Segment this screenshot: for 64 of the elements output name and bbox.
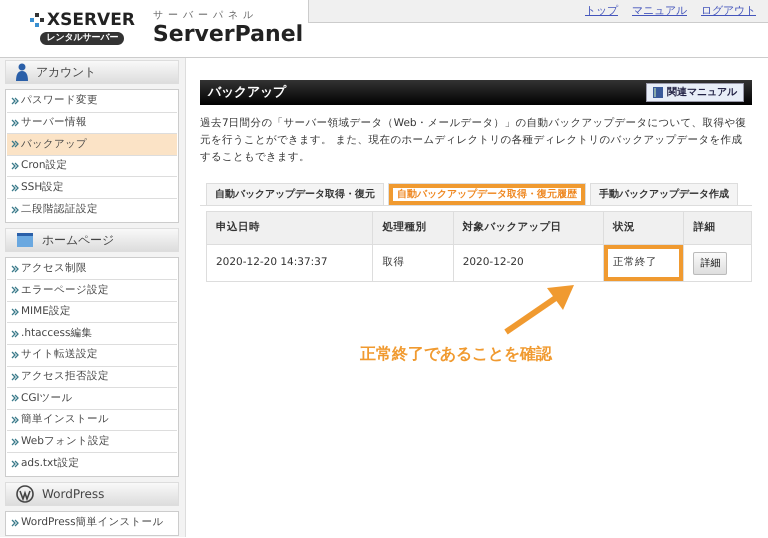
chevron-icon — [11, 97, 20, 106]
page-title: バックアップ — [208, 84, 286, 102]
nav-link[interactable]: トップ — [585, 3, 618, 22]
chevron-icon — [11, 372, 20, 381]
table-cell: 2020-12-20 — [453, 244, 604, 282]
chevron-icon — [11, 394, 20, 402]
logo-icon — [30, 13, 44, 27]
column-header: 処理種別 — [372, 212, 454, 244]
chevron-icon — [11, 286, 20, 294]
description-text: 過去7日間分の「サーバー領域データ（Web・メールデータ）」の自動バックアップデータについて、取得や復元を行うことができます。 また、現在のホームディレクトリの各種ディレクトリのバックアップデータを作成することもできます。 — [200, 116, 748, 165]
menu-item[interactable]: バックアップ — [7, 134, 177, 156]
nav-link[interactable]: マニュアル — [632, 3, 687, 22]
chevron-icon — [11, 438, 20, 446]
chevron-icon — [11, 351, 20, 360]
person-icon — [16, 63, 28, 81]
menu-item[interactable]: 二段階認証設定 — [7, 198, 177, 221]
menu-item[interactable]: パスワード変更 — [7, 91, 177, 113]
chevron-icon — [11, 264, 20, 273]
menu-item[interactable]: エラーページ設定 — [7, 280, 177, 302]
chevron-icon — [11, 140, 20, 148]
tab[interactable]: 手動バックアップデータ作成 — [590, 183, 738, 205]
chevron-icon — [11, 308, 20, 316]
tab[interactable]: 自動バックアップデータ取得・復元 — [206, 183, 384, 205]
chevron-icon — [11, 330, 20, 338]
window-icon — [16, 232, 34, 248]
product-kana: サーバーパネル — [152, 10, 259, 22]
callout-text: 正常終了であることを確認 — [360, 343, 552, 365]
manual-button[interactable]: 関連マニュアル — [646, 83, 744, 102]
brand-name: XSERVER — [47, 10, 135, 30]
menu-item[interactable]: サイト転送設定 — [7, 344, 177, 367]
chevron-icon — [11, 118, 20, 127]
chevron-icon — [11, 206, 20, 214]
menu-item[interactable]: Webフォント設定 — [7, 431, 177, 453]
menu-item[interactable]: 簡単インストール — [7, 410, 177, 432]
menu-item[interactable]: Cron設定 — [7, 156, 177, 178]
menu-item[interactable]: .htaccess編集 — [7, 323, 177, 345]
chevron-icon — [11, 460, 20, 468]
menu-item[interactable]: アクセス制限 — [7, 258, 177, 280]
table-cell: 正常終了 — [604, 244, 684, 282]
column-header: 申込日時 — [206, 212, 373, 244]
menu-item[interactable]: MIME設定 — [7, 302, 177, 324]
nav-link[interactable]: ログアウト — [701, 3, 756, 22]
brand-badge: レンタルサーバー — [40, 32, 124, 45]
detail-button[interactable]: 詳細 — [693, 252, 728, 274]
section-title: ホームページ — [42, 232, 114, 249]
menu-item[interactable]: CGIツール — [7, 388, 177, 410]
menu-item[interactable]: SSH設定 — [7, 177, 177, 199]
chevron-icon — [11, 519, 20, 528]
section-title: WordPress — [42, 486, 104, 502]
chevron-icon — [11, 162, 20, 170]
book-icon — [653, 87, 663, 98]
column-header: 対象バックアップ日 — [453, 212, 604, 244]
menu-item[interactable]: WordPress簡単インストール — [7, 512, 177, 534]
chevron-icon — [11, 184, 20, 192]
section-title: アカウント — [36, 64, 96, 81]
column-header: 状況 — [604, 212, 684, 244]
table-cell: 取得 — [372, 244, 454, 282]
table-cell: 2020-12-20 14:37:37 — [206, 244, 373, 282]
menu-item[interactable]: アクセス拒否設定 — [7, 366, 177, 388]
column-header: 詳細 — [684, 212, 752, 244]
wordpress-icon — [16, 484, 34, 502]
product-name: ServerPanel — [152, 22, 304, 48]
menu-item[interactable]: ads.txt設定 — [7, 452, 177, 474]
chevron-icon — [11, 416, 20, 424]
